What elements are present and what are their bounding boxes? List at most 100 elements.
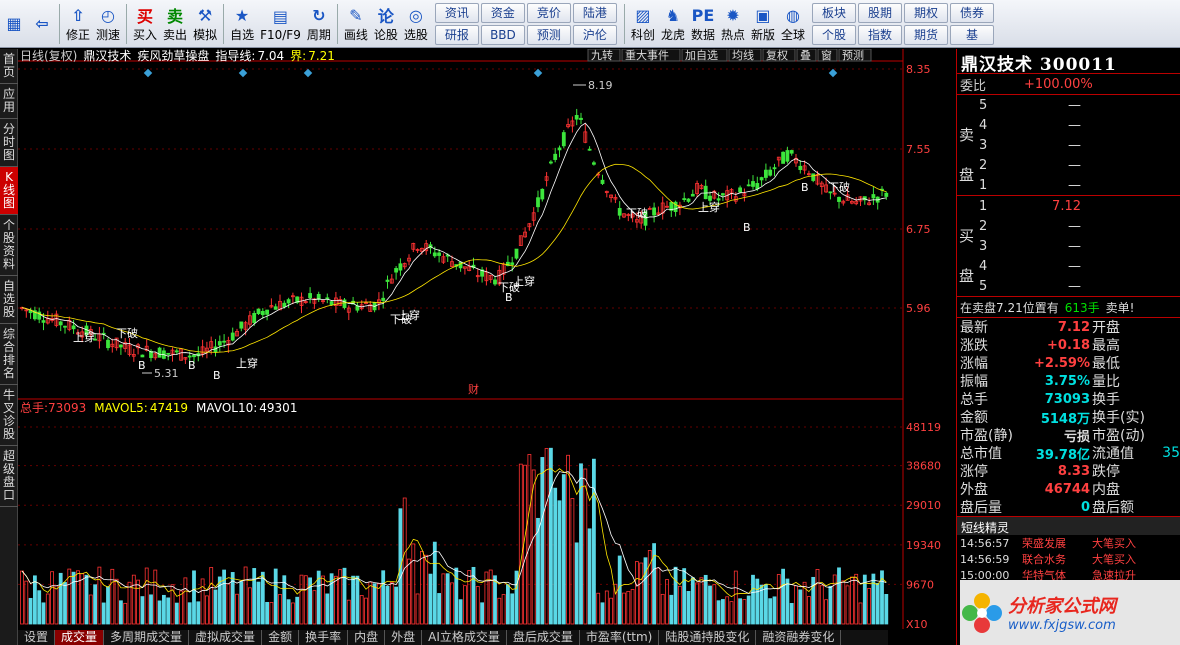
stat-label2: 开盘 <box>1092 320 1120 336</box>
header-button[interactable]: 预测 <box>842 49 864 62</box>
dx-row[interactable]: 14:56:59 联合水务 大笔买入 <box>957 551 1180 567</box>
toolbar-buy-button[interactable]: 买买入 <box>130 1 160 47</box>
stat-label2: 内盘 <box>1092 482 1120 498</box>
toolbar-pe-button[interactable]: PE 数据 <box>688 1 718 47</box>
book-row: 2— <box>979 216 1179 236</box>
candle-body <box>746 184 751 187</box>
quick-button[interactable]: 沪伦 <box>572 24 617 45</box>
quick-button[interactable]: BBD <box>480 24 525 45</box>
header-part: 鼎汉技术 <box>83 49 131 63</box>
header-button[interactable]: 重大事件 <box>625 49 669 62</box>
nav-item[interactable]: 首页 <box>0 49 18 84</box>
toolbar-select-stock-button[interactable]: ◎ 选股 <box>401 1 431 47</box>
nav-item[interactable]: 分时图 <box>0 119 18 167</box>
market-button[interactable]: 债券 <box>950 2 995 23</box>
toolbar-new-version-button[interactable]: ▣ 新版 <box>748 1 778 47</box>
header-button[interactable]: 均线 <box>732 49 754 62</box>
dx-row[interactable]: 14:56:57 荣盛发展 大笔买入 <box>957 535 1180 551</box>
indicator-tab[interactable]: 多周期成交量 <box>104 630 190 645</box>
volume-bar <box>140 596 145 625</box>
market-button[interactable]: 期货 <box>904 24 949 45</box>
volume-bar <box>32 575 37 625</box>
toolbar-globe-button[interactable]: ◍ 全球 <box>778 1 808 47</box>
volume-header-part: 49301 <box>259 401 297 415</box>
toolbar-clock-button[interactable]: ◴ 测速 <box>93 1 123 47</box>
toolbar-back-arrow-button[interactable]: ⇦ <box>28 1 56 47</box>
candle-body <box>738 187 742 193</box>
toolbar-cycle-button[interactable]: ↻ 周期 <box>304 1 334 47</box>
toolbar-kechuang-button[interactable]: ▨ 科创 <box>628 1 658 47</box>
book-price: — <box>1068 218 1081 234</box>
indicator-tab[interactable]: 盘后成交量 <box>507 630 580 645</box>
book-level: 3 <box>979 137 988 153</box>
header-part: 界: <box>290 49 306 63</box>
nav-item[interactable]: 牛叉诊股 <box>0 385 18 446</box>
toolbar-hot-button[interactable]: ✹ 热点 <box>718 1 748 47</box>
market-button[interactable]: 基 <box>950 24 995 45</box>
stat-value: 5148万 <box>1040 411 1090 427</box>
nav-item[interactable]: 个股资料 <box>0 215 18 276</box>
toolbar-hammer-button[interactable]: ⚒ 模拟 <box>190 1 220 47</box>
market-button[interactable]: 期权 <box>904 2 949 23</box>
indicator-tab[interactable]: 内盘 <box>348 630 386 645</box>
stat-value: 0 <box>1080 499 1090 515</box>
indicator-tab[interactable]: 换手率 <box>299 630 349 645</box>
market-button[interactable]: 股期 <box>858 2 903 23</box>
volume-bar <box>351 575 356 625</box>
nav-item[interactable]: 自选股 <box>0 276 18 324</box>
quick-button[interactable]: 陆港 <box>572 2 617 23</box>
indicator-tab[interactable]: 虚拟成交量 <box>189 630 263 645</box>
stat-row: 涨幅 +2.59% 最低 <box>957 354 1180 373</box>
nav-item[interactable]: 应用 <box>0 84 18 119</box>
toolbar-star-button[interactable]: ★ 自选 <box>227 1 257 47</box>
price-tick: 7.55 <box>906 143 931 156</box>
header-button[interactable]: 九转 <box>591 49 613 62</box>
toolbar-grid-app-button[interactable]: ▦ <box>0 1 28 47</box>
stat-label2: 市盈(动) <box>1092 428 1145 444</box>
toolbar-pencil-button[interactable]: ✎ 画线 <box>341 1 371 47</box>
toolbar-dragon-tiger-button[interactable]: ♞ 龙虎 <box>658 1 688 47</box>
quick-button[interactable]: 资讯 <box>434 2 479 23</box>
stat-row: 市盈(静) 亏损 市盈(动) <box>957 426 1180 445</box>
indicator-tab[interactable]: 陆股通持股变化 <box>659 630 757 645</box>
volume-bar <box>510 593 515 625</box>
toolbar-up-arrow-button[interactable]: ⇧ 修正 <box>63 1 93 47</box>
header-button[interactable]: 窗 <box>821 49 832 62</box>
candle-body <box>514 248 519 259</box>
indicator-tab[interactable]: 设置 <box>18 630 56 645</box>
left-navigation: 首页 应用 分时图 K线图 个股资料 自选股 综合排名 牛叉诊股 超级盘口 <box>0 49 18 645</box>
toolbar-discuss-button[interactable]: 论论股 <box>371 1 401 47</box>
toolbar-f10-button[interactable]: ▤ F10/F9 <box>257 1 304 47</box>
indicator-tab[interactable]: 外盘 <box>385 630 423 645</box>
quick-button[interactable]: 预测 <box>526 24 571 45</box>
volume-bar <box>789 603 794 625</box>
toolbar-sell-button[interactable]: 卖卖出 <box>160 1 190 47</box>
indicator-tab[interactable]: 成交量 <box>55 630 105 645</box>
nav-item[interactable]: 综合排名 <box>0 324 18 385</box>
indicator-tab[interactable]: 金额 <box>262 630 300 645</box>
nav-item[interactable]: 超级盘口 <box>0 446 18 507</box>
volume-bar <box>505 584 510 625</box>
quote-panel: 鼎汉技术 300011 委比 +100.00% 卖盘 5—4—3—2—1— 买盘 1… <box>956 49 1180 645</box>
header-button[interactable]: 叠 <box>800 49 811 62</box>
candle-body <box>764 169 768 178</box>
market-button[interactable]: 个股 <box>812 24 857 45</box>
quick-button[interactable]: 竞价 <box>526 2 571 23</box>
volume-bar <box>587 528 592 625</box>
header-button[interactable]: 复权 <box>766 49 788 62</box>
nav-item[interactable]: K线图 <box>0 167 18 215</box>
volume-bar <box>71 571 76 625</box>
market-button[interactable]: 板块 <box>812 2 857 23</box>
quick-button[interactable]: 研报 <box>434 24 479 45</box>
stat-label2: 换手(实) <box>1092 410 1145 426</box>
header-button[interactable]: 加自选 <box>685 49 718 62</box>
toolbar-label: 数据 <box>690 28 715 42</box>
quick-button[interactable]: 资金 <box>480 2 525 23</box>
candle-body <box>587 148 592 151</box>
indicator-tab[interactable]: 融资融券变化 <box>756 630 842 645</box>
market-button[interactable]: 指数 <box>858 24 903 45</box>
indicator-tab[interactable]: AI立格成交量 <box>422 630 507 645</box>
volume-bar <box>561 474 566 625</box>
indicator-tab[interactable]: 市盈率(ttm) <box>580 630 660 645</box>
volume-bar <box>579 463 583 625</box>
